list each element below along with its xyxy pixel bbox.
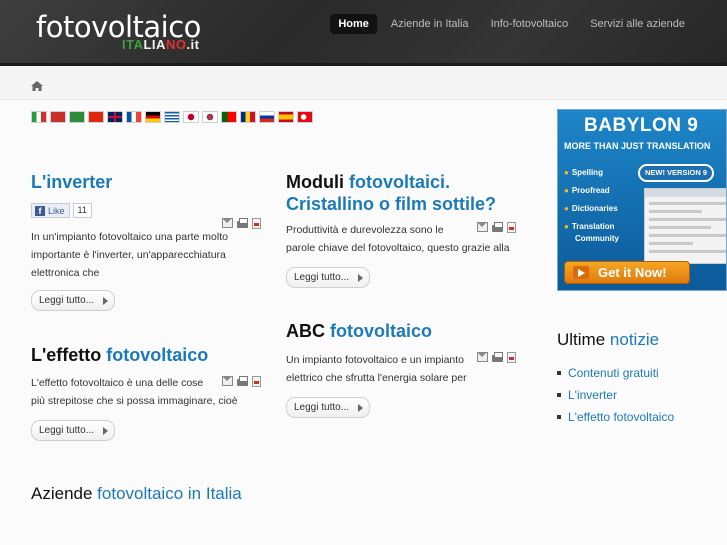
article-abc-line-2: elettrico che sfrutta l'energia solare p… <box>286 372 467 384</box>
latest-news-list: Contenuti gratuiti L'inverter L'effetto … <box>557 362 674 428</box>
babylon-ad-banner[interactable]: BABYLON 9 MORE THAN JUST TRANSLATION ● Sp… <box>557 109 727 291</box>
article-inverter-text: In un'impianto fotovoltaico una parte mo… <box>31 228 228 282</box>
article-moduli-line-1: Produttività e durevolezza sono le <box>286 224 444 236</box>
flag-cn-icon[interactable] <box>88 111 104 123</box>
article-inverter-line-2: importante è l'inverter, un'apparecchiat… <box>31 249 226 261</box>
ad-app-screenshot <box>644 188 726 264</box>
pdf-icon[interactable] <box>507 352 516 363</box>
article-abc-text: Un impianto fotovoltaico e un impianto e… <box>286 351 467 387</box>
flag-de-icon[interactable] <box>145 111 161 123</box>
latest-news-heading-dark: Ultime <box>557 330 606 349</box>
article-moduli-title-dark: Moduli <box>286 172 344 192</box>
aziende-heading: Aziende fotovoltaico in Italia <box>31 484 242 504</box>
facebook-like-count: 11 <box>72 203 92 218</box>
flag-ar-icon[interactable] <box>50 111 66 123</box>
latest-news-heading: Ultime notizie <box>557 330 659 350</box>
flag-gr-icon[interactable] <box>164 111 180 123</box>
print-icon[interactable] <box>237 376 248 386</box>
nav-info[interactable]: Info-fotovoltaico <box>483 14 577 34</box>
email-icon[interactable] <box>222 218 233 228</box>
breadcrumb-bar <box>0 66 727 100</box>
article-moduli-title-line2: Cristallino o film sottile? <box>286 194 497 214</box>
flag-fr-icon[interactable] <box>126 111 142 123</box>
flag-ar-2-icon[interactable] <box>69 111 85 123</box>
article-effetto-line-2: più strepitose che si possa immaginare, … <box>31 395 238 407</box>
ad-title: BABYLON 9 <box>584 115 699 136</box>
aziende-heading-hl: fotovoltaico in Italia <box>97 484 242 503</box>
print-icon[interactable] <box>237 218 248 228</box>
email-icon[interactable] <box>477 352 488 362</box>
ad-feature-label: Dictionaries <box>571 204 618 213</box>
article-inverter-line-3: elettronica che <box>31 267 100 279</box>
ad-new-version-badge: NEW! VERSION 9 <box>638 164 714 182</box>
flag-ru-icon[interactable] <box>259 111 275 123</box>
effetto-read-more-button[interactable]: Leggi tutto... <box>31 420 116 441</box>
latest-news-heading-hl: notizie <box>609 330 660 349</box>
nav-servizi[interactable]: Servizi alle aziende <box>582 14 693 34</box>
news-link-contenuti[interactable]: Contenuti gratuiti <box>557 362 674 384</box>
article-effetto-line-1: L'effetto fotovoltaico è una delle cose <box>31 377 204 389</box>
article-moduli-text: Produttività e durevolezza sono le parol… <box>286 221 510 257</box>
article-inverter-title[interactable]: L'inverter <box>31 171 112 193</box>
pdf-icon[interactable] <box>252 218 261 229</box>
article-moduli-line-2: parole chiave del fotovoltaico, questo g… <box>286 242 510 254</box>
print-icon[interactable] <box>492 352 503 362</box>
abc-read-more-button[interactable]: Leggi tutto... <box>286 397 371 418</box>
header: fotovoltaico ITALIANO.it Home Aziende in… <box>0 0 727 66</box>
language-flags <box>31 111 313 123</box>
ad-feature-item: ● Proofread <box>564 186 610 195</box>
nav-home[interactable]: Home <box>330 14 377 34</box>
logo-sub-red: NO <box>165 37 187 52</box>
ad-feature-label: Proofread <box>571 186 610 195</box>
inverter-read-more-button[interactable]: Leggi tutto... <box>31 290 116 311</box>
facebook-like-widget: f Like 11 <box>31 203 92 218</box>
news-link-effetto[interactable]: L'effetto fotovoltaico <box>557 406 674 428</box>
logo-sub-tld: .it <box>186 37 200 52</box>
pdf-icon[interactable] <box>252 376 261 387</box>
article-abc-title[interactable]: ABC fotovoltaico <box>286 320 432 342</box>
nav-aziende[interactable]: Aziende in Italia <box>383 14 477 34</box>
article-effetto-title-hl: fotovoltaico <box>106 345 209 365</box>
ad-feature-item: ● Dictionaries <box>564 204 618 213</box>
ad-feature-item: ● Spelling <box>564 168 603 177</box>
article-inverter-line-1: In un'impianto fotovoltaico una parte mo… <box>31 231 228 243</box>
flag-tr-icon[interactable] <box>297 111 313 123</box>
facebook-like-button[interactable]: f Like <box>31 203 70 218</box>
ad-get-it-now-button[interactable]: Get it Now! <box>564 261 690 284</box>
flag-jp-icon[interactable] <box>183 111 199 123</box>
ad-feature-label: Spelling <box>571 168 603 177</box>
aziende-heading-dark: Aziende <box>31 484 93 503</box>
facebook-like-label: Like <box>48 206 65 216</box>
article-moduli-title-hl: fotovoltaici. <box>349 172 451 192</box>
facebook-icon: f <box>35 206 45 216</box>
article-inverter-title-text: L'inverter <box>31 172 113 192</box>
article-abc-line-1: Un impianto fotovoltaico e un impianto <box>286 354 465 366</box>
article-abc-title-dark: ABC <box>286 321 325 341</box>
moduli-read-more-button[interactable]: Leggi tutto... <box>286 267 371 288</box>
article-effetto-title-dark: L'effetto <box>31 345 102 365</box>
flag-ro-icon[interactable] <box>240 111 256 123</box>
home-icon[interactable] <box>31 81 43 91</box>
article-abc-title-hl: fotovoltaico <box>330 321 433 341</box>
page: fotovoltaico ITALIANO.it Home Aziende in… <box>0 0 727 545</box>
flag-kr-icon[interactable] <box>202 111 218 123</box>
main-nav: Home Aziende in Italia Info-fotovoltaico… <box>330 14 693 34</box>
flag-it-icon[interactable] <box>31 111 47 123</box>
article-moduli-title[interactable]: Moduli fotovoltaici. Cristallino o film … <box>286 171 496 215</box>
article-abc-tools <box>477 352 516 363</box>
news-link-inverter[interactable]: L'inverter <box>557 384 674 406</box>
logo-sub-white: LIA <box>143 37 166 52</box>
flag-pt-icon[interactable] <box>221 111 237 123</box>
article-effetto-text: L'effetto fotovoltaico è una delle cose … <box>31 374 238 410</box>
article-effetto-title[interactable]: L'effetto fotovoltaico <box>31 344 208 366</box>
logo-subtitle: ITALIANO.it <box>122 37 200 52</box>
flag-gb-icon[interactable] <box>107 111 123 123</box>
ad-subtitle: MORE THAN JUST TRANSLATION <box>564 141 711 151</box>
flag-es-icon[interactable] <box>278 111 294 123</box>
ad-feature-label: Community <box>575 234 619 243</box>
ad-feature-list: ● Spelling ● Proofread ● Dictionaries ● Tran… <box>564 164 619 248</box>
logo-sub-green: ITA <box>122 37 144 52</box>
